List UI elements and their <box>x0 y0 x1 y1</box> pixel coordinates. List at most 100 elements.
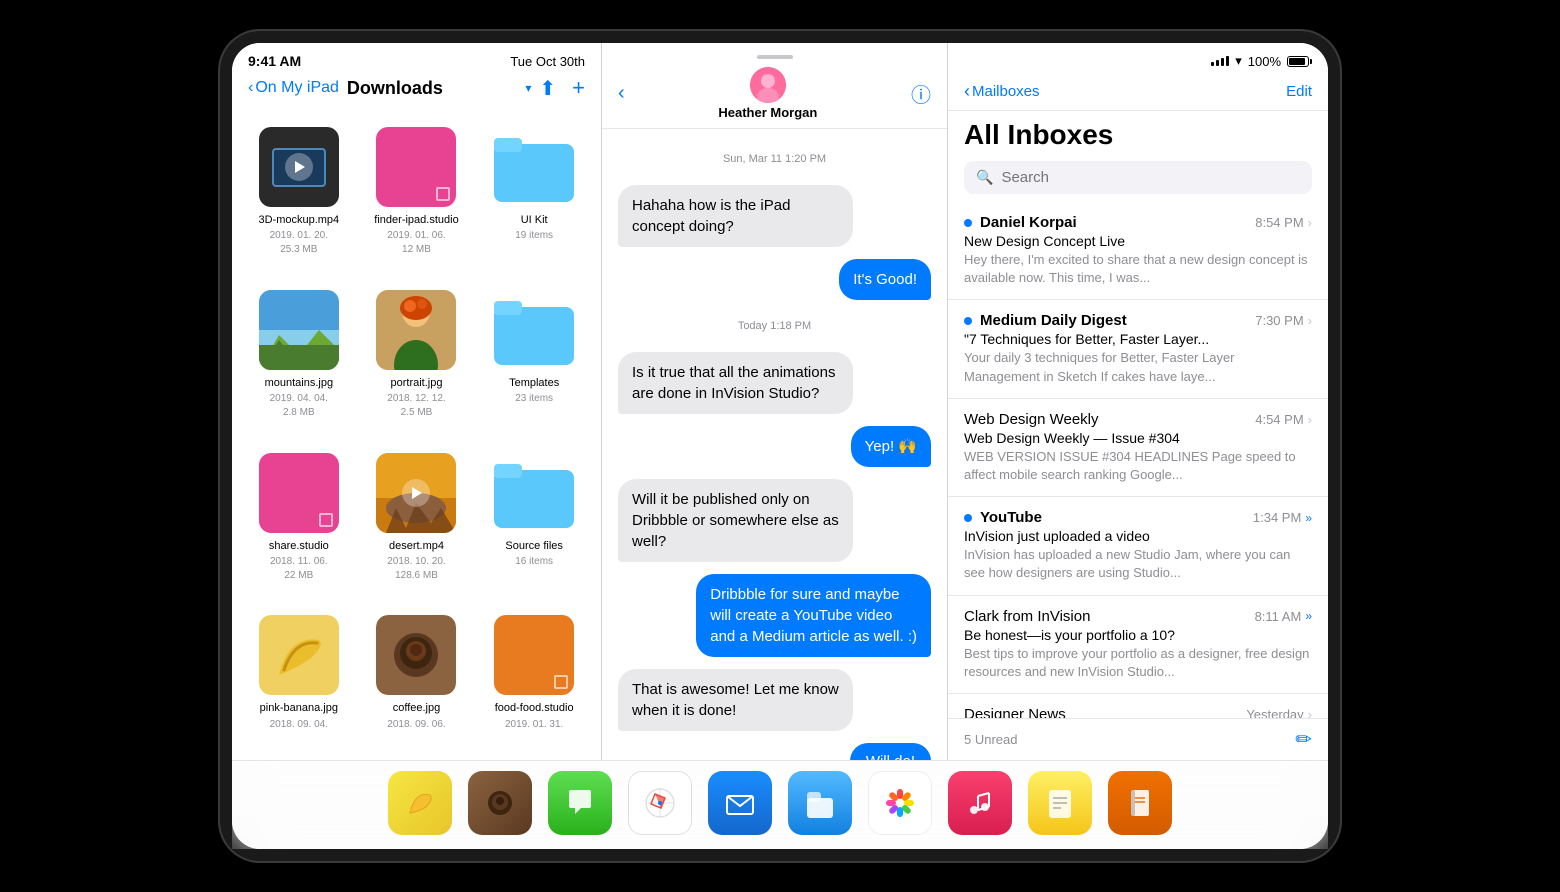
file-name-share: share.studio <box>269 539 329 553</box>
file-item-finder-ipad[interactable]: finder-ipad.studio 2019. 01. 06.12 MB <box>358 115 476 278</box>
file-item-sourcefiles[interactable]: Source files 16 items <box>475 441 593 604</box>
file-item-share[interactable]: share.studio 2018. 11. 06.22 MB <box>240 441 358 604</box>
panel-messages: ‹ Heather Morgan ⓘ <box>602 43 948 760</box>
file-meta-banana: 2018. 09. 04. <box>270 718 328 732</box>
mail-search-input[interactable] <box>1001 169 1300 186</box>
msg-timestamp-1: Sun, Mar 11 1:20 PM <box>618 153 931 165</box>
chevron-designernews: › <box>1308 707 1312 718</box>
mail-search-bar[interactable]: 🔍 <box>964 161 1312 194</box>
mail-time-webdesign: 4:54 PM › <box>1255 412 1312 427</box>
dock-item-books[interactable] <box>1108 771 1172 835</box>
signal-bars <box>1211 56 1229 66</box>
dock-icon-messages <box>548 771 612 835</box>
file-item-coffee[interactable]: coffee.jpg 2018. 09. 06. <box>358 603 476 752</box>
mail-item-webdesign[interactable]: Web Design Weekly 4:54 PM › Web Design W… <box>948 399 1328 497</box>
dock-item-mail[interactable] <box>708 771 772 835</box>
mail-status-bar: ▾ 100% <box>948 43 1328 73</box>
messages-contact[interactable]: Heather Morgan <box>625 67 911 120</box>
mail-item-header-webdesign: Web Design Weekly 4:54 PM › <box>964 411 1312 428</box>
chevron-daniel: › <box>1308 215 1312 230</box>
dock-item-photos[interactable] <box>868 771 932 835</box>
contact-name: Heather Morgan <box>718 105 817 120</box>
mail-item-youtube[interactable]: YouTube 1:34 PM » InVision just uploaded… <box>948 497 1328 595</box>
mail-item-header-youtube: YouTube 1:34 PM » <box>964 509 1312 526</box>
dock-item-notes[interactable] <box>1028 771 1092 835</box>
mail-item-daniel[interactable]: Daniel Korpai 8:54 PM › New Design Conce… <box>948 202 1328 300</box>
file-item-food[interactable]: food-food.studio 2019. 01. 31. <box>475 603 593 752</box>
file-name-finder-ipad: finder-ipad.studio <box>374 213 458 227</box>
messages-info-button[interactable]: ⓘ <box>911 79 931 108</box>
mail-sender-webdesign: Web Design Weekly <box>964 411 1099 428</box>
file-name-3dmockup: 3D-mockup.mp4 <box>258 213 339 227</box>
file-thumb-food <box>494 615 574 695</box>
mail-back-button[interactable]: ‹ Mailboxes <box>964 81 1040 102</box>
dock-item-safari[interactable] <box>628 771 692 835</box>
bar2 <box>1216 60 1219 66</box>
msg-bubble-sent-4: Will do! <box>850 743 931 760</box>
file-item-banana[interactable]: pink-banana.jpg 2018. 09. 04. <box>240 603 358 752</box>
file-meta-share: 2018. 11. 06.22 MB <box>270 555 328 583</box>
file-thumb-sourcefiles <box>494 453 574 533</box>
mail-unread-count: 5 Unread <box>964 732 1017 747</box>
panel-files: 9:41 AM Tue Oct 30th ‹ On My iPad Downlo… <box>232 43 602 760</box>
mail-item-header-daniel: Daniel Korpai 8:54 PM › <box>964 214 1312 231</box>
msg-bubble-sent-2: Yep! 🙌 <box>851 426 931 467</box>
file-item-templates[interactable]: Templates 23 items <box>475 278 593 441</box>
status-time: 9:41 AM <box>248 53 301 69</box>
mail-compose-button[interactable]: ✏ <box>1295 727 1312 752</box>
mail-time-youtube: 1:34 PM » <box>1253 510 1312 525</box>
file-thumb-templates <box>494 290 574 370</box>
file-meta-mountains: 2019. 04. 04.2.8 MB <box>270 392 328 420</box>
files-back-button[interactable]: ‹ On My iPad <box>248 79 339 97</box>
file-thumb-coffee <box>376 615 456 695</box>
file-meta-sourcefiles: 16 items <box>515 555 553 569</box>
battery-label: 100% <box>1248 54 1281 69</box>
battery-icon <box>1287 56 1312 67</box>
msg-timestamp-2: Today 1:18 PM <box>618 320 931 332</box>
file-name-templates: Templates <box>509 376 559 390</box>
mountains-svg <box>259 290 339 370</box>
file-name-mountains: mountains.jpg <box>265 376 334 390</box>
chevron-webdesign: › <box>1308 412 1312 427</box>
file-item-mountains[interactable]: mountains.jpg 2019. 04. 04.2.8 MB <box>240 278 358 441</box>
mail-preview-clark: Best tips to improve your portfolio as a… <box>964 645 1312 681</box>
play-icon <box>285 153 313 181</box>
mail-edit-button[interactable]: Edit <box>1286 83 1312 100</box>
battery-body <box>1287 56 1309 67</box>
file-meta-3dmockup: 2019. 01. 20.25.3 MB <box>270 229 328 257</box>
add-icon[interactable]: + <box>572 75 585 101</box>
file-item-portrait[interactable]: portrait.jpg 2018. 12. 12.2.5 MB <box>358 278 476 441</box>
dock-icon-banana <box>388 771 452 835</box>
msg-bubble-sent-3: Dribbble for sure and maybe will create … <box>696 574 931 657</box>
banana-dock-svg <box>400 783 440 823</box>
messages-back-button[interactable]: ‹ <box>618 82 625 105</box>
mail-subject-clark: Be honest—is your portfolio a 10? <box>964 627 1312 643</box>
dock-item-coffee[interactable] <box>468 771 532 835</box>
double-chevron-youtube: » <box>1305 511 1312 525</box>
folder-svg-sourcefiles <box>494 458 574 528</box>
mail-sender-clark: Clark from InVision <box>964 608 1090 625</box>
file-item-desert[interactable]: desert.mp4 2018. 10. 20.128.6 MB <box>358 441 476 604</box>
file-item-uikit[interactable]: UI Kit 19 items <box>475 115 593 278</box>
mail-item-designernews[interactable]: Designer News Yesterday › k of January 8… <box>948 694 1328 718</box>
msg-bubble-sent-1: It's Good! <box>839 259 931 300</box>
dock-item-messages[interactable] <box>548 771 612 835</box>
panel-mail: ▾ 100% ‹ Mailboxes <box>948 43 1328 760</box>
play-triangle-desert <box>412 487 422 499</box>
mail-item-clark[interactable]: Clark from InVision 8:11 AM » Be honest—… <box>948 596 1328 694</box>
file-thumb-portrait <box>376 290 456 370</box>
mail-item-medium[interactable]: Medium Daily Digest 7:30 PM › "7 Techniq… <box>948 300 1328 398</box>
files-title-area: Downloads ▾ <box>347 78 531 99</box>
unread-dot-youtube <box>964 514 972 522</box>
play-triangle <box>295 161 305 173</box>
dock-item-music[interactable] <box>948 771 1012 835</box>
bar1 <box>1211 62 1214 66</box>
share-icon[interactable]: ⬆ <box>539 76 556 101</box>
mail-subject-webdesign: Web Design Weekly — Issue #304 <box>964 430 1312 446</box>
file-item-3dmockup[interactable]: 3D-mockup.mp4 2019. 01. 20.25.3 MB <box>240 115 358 278</box>
dock-item-banana[interactable] <box>388 771 452 835</box>
mail-subject-medium: "7 Techniques for Better, Faster Layer..… <box>964 331 1312 347</box>
unread-dot-daniel <box>964 219 972 227</box>
studio-mark <box>436 187 450 201</box>
dock-item-files[interactable] <box>788 771 852 835</box>
